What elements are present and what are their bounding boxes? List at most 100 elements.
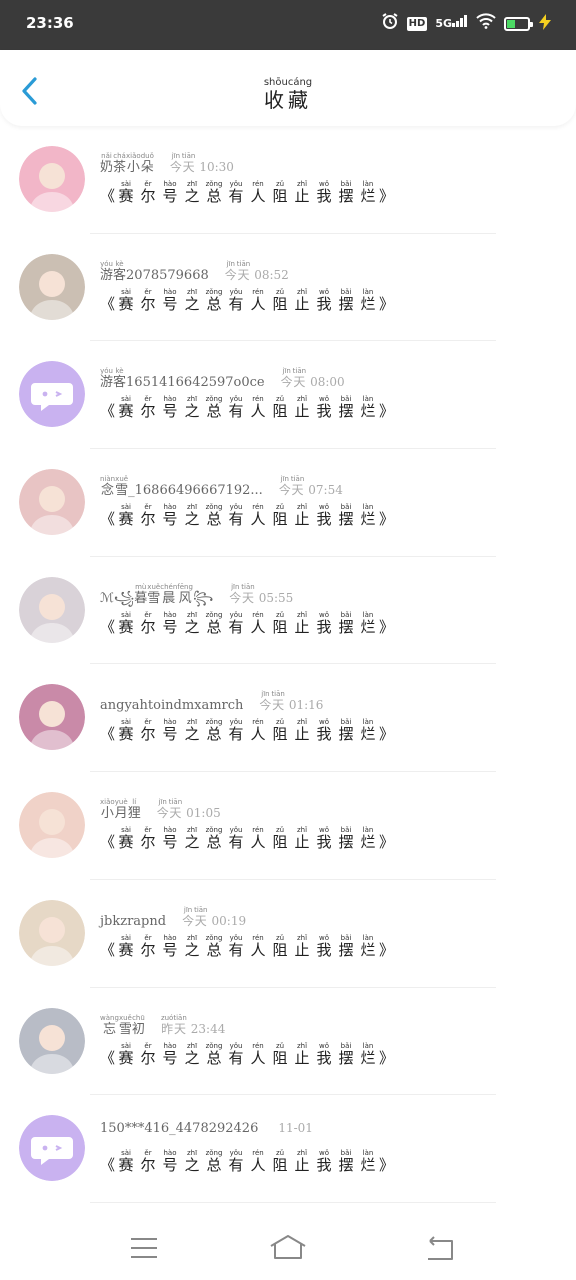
- message-hanzi: 人: [250, 617, 266, 636]
- timestamp-day-pinyin: jīn: [171, 152, 181, 160]
- favorite-meta: yóu 游 kè 客 1651416642597o0ce jīn 今 tiān 天 08:00: [100, 367, 345, 390]
- timestamp-day-hanzi: 今: [278, 483, 291, 498]
- message-hanzi: 总: [206, 294, 222, 313]
- favorite-row[interactable]: wàng 忘 xuě 雪 chū 初 zuó 昨 tiān 天 23:44 《 sài 赛 ěr 尔 hào 号 z…: [0, 988, 576, 1096]
- timestamp-day-hanzi: 天: [182, 160, 195, 174]
- avatar[interactable]: [19, 899, 85, 966]
- favorite-row[interactable]: yóu 游 kè 客 2078579668 jīn 今 tiān 天 08:52 《 sài 赛 ěr 尔 h…: [0, 234, 576, 342]
- message-char: sài 赛: [115, 826, 137, 851]
- message-char: zǔ 阻: [269, 826, 291, 851]
- message-char: sài 赛: [115, 395, 137, 420]
- timestamp: jīn 今 tiān 天 05:55: [229, 583, 293, 606]
- timestamp: zuó 昨 tiān 天 23:44: [161, 1014, 225, 1037]
- message-char: zhǐ 止: [291, 934, 313, 959]
- username: ℳ꧁ mù 暮 xuě 雪 chén 晨 fēng 风 ꧂: [100, 583, 213, 606]
- message-char: ěr 尔: [137, 611, 159, 636]
- message-char: yǒu 有: [225, 826, 247, 851]
- message-char: làn 烂: [357, 395, 379, 420]
- favorite-row[interactable]: angyahtoindmxamrch jīn 今 tiān 天 01:16 《 sài 赛 ěr 尔…: [0, 664, 576, 773]
- message-close-bracket: 》: [379, 833, 395, 852]
- timestamp-day-pinyin: tiān: [241, 582, 255, 591]
- message-char: zǔ 阻: [269, 1042, 291, 1067]
- message-hanzi: 摆: [338, 833, 354, 852]
- menu-button[interactable]: [124, 1232, 164, 1264]
- message-char: làn 烂: [357, 1149, 379, 1174]
- message-char: ěr 尔: [137, 1149, 159, 1174]
- message-hanzi: 之: [184, 187, 200, 205]
- message-hanzi: 我: [316, 1048, 332, 1067]
- message-open-bracket: 《: [100, 294, 116, 313]
- message-char: hào 号: [159, 1042, 181, 1067]
- avatar[interactable]: [19, 361, 85, 428]
- username: wàng 忘 xuě 雪 chū 初: [100, 1014, 145, 1037]
- username-hanzi: 朵: [140, 160, 154, 175]
- message-hanzi: 有: [228, 294, 244, 313]
- message-hanzi: 我: [316, 294, 332, 313]
- favorite-row[interactable]: niàn 念 xuě 雪 _16866496667192... jīn 今 tiān 天 07:5…: [0, 449, 576, 557]
- username: nǎi 奶 chá 茶 xiǎo 小 duǒ 朵: [100, 152, 154, 175]
- avatar[interactable]: [19, 146, 85, 212]
- message-hanzi: 号: [162, 1156, 178, 1175]
- username-char: kè 客: [113, 367, 126, 390]
- message-open-bracket: 《: [100, 1156, 116, 1175]
- message-hanzi: 阻: [272, 617, 288, 636]
- message-char: hào 号: [159, 718, 181, 743]
- message-char: ěr 尔: [137, 288, 159, 313]
- system-nav-bar: [0, 1218, 576, 1280]
- message-hanzi: 尔: [140, 833, 156, 852]
- message-hanzi: 阻: [272, 833, 288, 852]
- message-hanzi: 摆: [338, 1156, 354, 1175]
- message-hanzi: 我: [316, 617, 332, 636]
- username-hanzi: 小: [126, 160, 140, 175]
- back-nav-button[interactable]: [420, 1232, 460, 1264]
- timestamp-day-pinyin: jīn: [280, 475, 289, 484]
- avatar[interactable]: [19, 576, 85, 643]
- message-hanzi: 人: [250, 940, 266, 959]
- message-char: zhǐ 止: [291, 288, 313, 313]
- message-char: làn 烂: [357, 718, 379, 743]
- message-char: làn 烂: [357, 1042, 379, 1067]
- message-char: hào 号: [159, 826, 181, 851]
- avatar[interactable]: [19, 792, 85, 859]
- message-hanzi: 之: [184, 1048, 200, 1067]
- favorite-row[interactable]: 150***416_4478292426 11-01 《 sài 赛 ěr 尔 hào 号 zhī…: [0, 1095, 576, 1203]
- avatar[interactable]: [19, 1007, 85, 1074]
- message-open-bracket: 《: [100, 940, 116, 959]
- favorite-row[interactable]: jbkzrapnd jīn 今 tiān 天 00:19 《 sài 赛 ěr 尔 hào 号 zhī 之 z…: [0, 880, 576, 988]
- message-hanzi: 止: [294, 510, 310, 529]
- message-hanzi: 总: [206, 617, 222, 636]
- timestamp-day-char: jīn 今: [259, 690, 271, 713]
- favorite-row[interactable]: ℳ꧁ mù 暮 xuě 雪 chén 晨 fēng 风 ꧂ jīn 今 tiān 天 05:55 《 sài 赛 ě…: [0, 557, 576, 665]
- message-hanzi: 有: [228, 617, 244, 636]
- avatar[interactable]: [19, 469, 85, 536]
- message-char: rén 人: [247, 718, 269, 743]
- message-char: yǒu 有: [225, 718, 247, 743]
- favorite-row[interactable]: xiǎo 小 yuè 月 lí 狸 jīn 今 tiān 天 01:05 《 sài 赛 ěr 尔 hào 号 zh…: [0, 772, 576, 880]
- username-char: kè 客: [113, 260, 126, 283]
- avatar[interactable]: [19, 684, 85, 751]
- message-char: sài 赛: [115, 1149, 137, 1174]
- favorite-row[interactable]: yóu 游 kè 客 1651416642597o0ce jīn 今 tiān 天 08:00 《 s…: [0, 341, 576, 450]
- timestamp-day-hanzi: 今: [259, 698, 272, 713]
- avatar[interactable]: [19, 253, 85, 320]
- timestamp-day-pinyin: tiān: [194, 905, 208, 914]
- message-close-bracket: 》: [379, 294, 395, 313]
- message-hanzi: 号: [162, 617, 178, 636]
- timestamp-day-hanzi: 天: [237, 267, 250, 282]
- return-icon: [428, 1236, 453, 1260]
- message-char: hào 号: [159, 288, 181, 313]
- message-open-bracket: 《: [100, 617, 116, 636]
- message-hanzi: 阻: [272, 1048, 288, 1067]
- message-hanzi: 尔: [140, 617, 156, 636]
- timestamp-day-char: jīn 今: [281, 367, 293, 390]
- home-button[interactable]: [268, 1232, 308, 1264]
- header: shōucáng 收藏: [0, 50, 576, 126]
- avatar[interactable]: [19, 1115, 85, 1182]
- favorite-row[interactable]: nǎi 奶 chá 茶 xiǎo 小 duǒ 朵 jīn 今 tiān 天 10:30 《 sài 赛 ěr 尔 h…: [0, 126, 576, 234]
- message-char: zǒng 总: [203, 826, 225, 851]
- timestamp-day-char: jīn 今: [182, 906, 194, 929]
- message-hanzi: 摆: [338, 402, 354, 421]
- battery-icon: [504, 17, 533, 31]
- message-hanzi: 阻: [272, 402, 288, 421]
- message-char: sài 赛: [115, 1042, 137, 1067]
